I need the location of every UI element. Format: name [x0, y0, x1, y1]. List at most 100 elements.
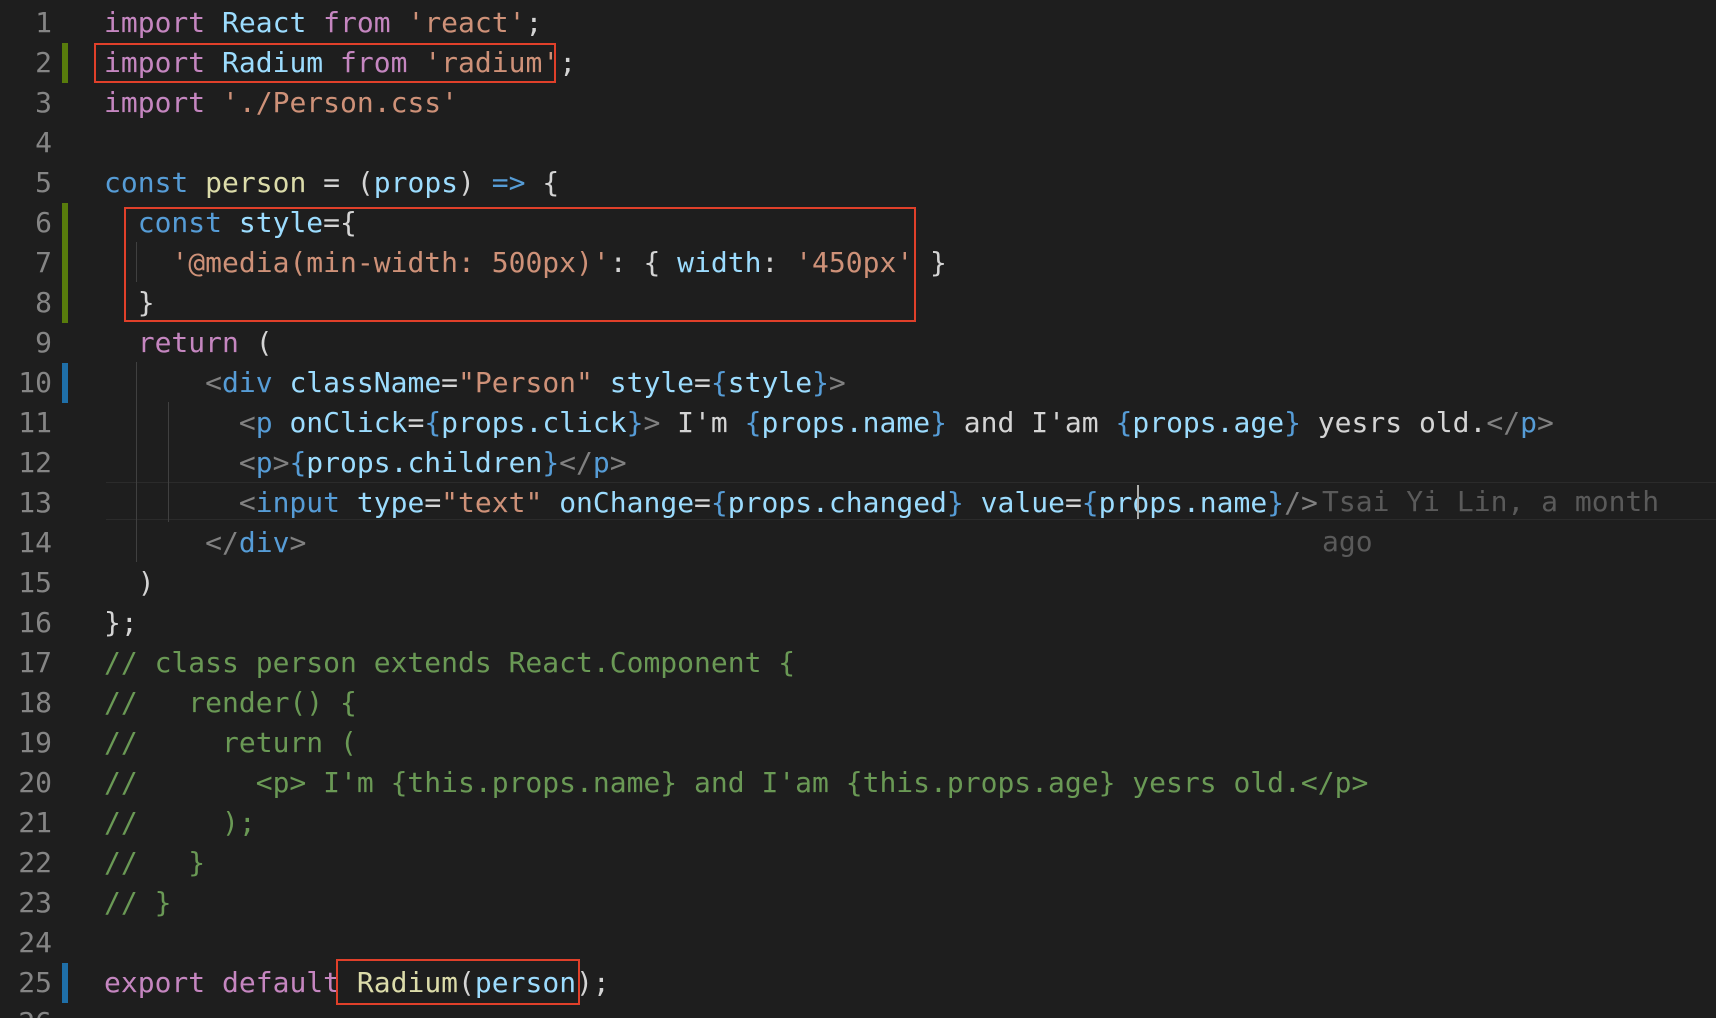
code-line[interactable]: 20 // <p> I'm {this.props.name} and I'am …	[0, 763, 1716, 803]
git-change-marker[interactable]	[62, 203, 68, 243]
code-line[interactable]: 3 import './Person.css'	[0, 83, 1716, 123]
code-token: default	[222, 966, 341, 999]
code-line[interactable]: 4	[0, 123, 1716, 163]
code-token: </	[1486, 406, 1521, 439]
code-token: 'react'	[407, 6, 526, 39]
line-number: 20	[18, 766, 52, 799]
code-token: person	[205, 166, 307, 199]
code-token: }	[913, 246, 947, 279]
code-token: "text"	[441, 486, 543, 519]
code-line[interactable]: 9 return (	[0, 323, 1716, 363]
line-number: 11	[18, 406, 52, 439]
code-token: // return (	[104, 726, 357, 759]
code-line[interactable]: 18 // render() {	[0, 683, 1716, 723]
code-token: }	[946, 486, 964, 519]
code-token: p	[255, 446, 273, 479]
code-token: I'm	[660, 406, 745, 439]
git-change-marker[interactable]	[62, 963, 68, 1003]
code-text: <p onClick={props.click}> I'm {props.nam…	[104, 403, 1554, 443]
code-token: {	[1081, 486, 1099, 519]
code-token: p	[255, 406, 273, 439]
code-text: )	[104, 563, 155, 603]
code-token: onChange	[559, 486, 695, 519]
code-token: style	[609, 366, 695, 399]
line-number: 22	[18, 846, 52, 879]
code-token: props.name	[1098, 486, 1268, 519]
code-line[interactable]: 22 // }	[0, 843, 1716, 883]
indent-guide	[168, 402, 169, 522]
code-line[interactable]: 17 // class person extends React.Componen…	[0, 643, 1716, 683]
code-token: props	[373, 166, 459, 199]
code-text: // <p> I'm {this.props.name} and I'am {t…	[104, 763, 1368, 803]
code-token: // );	[104, 806, 256, 839]
code-token: props.age	[1132, 406, 1285, 439]
line-number: 16	[18, 606, 52, 639]
code-token: {	[710, 366, 728, 399]
git-change-marker[interactable]	[62, 43, 68, 83]
code-token: from	[323, 6, 391, 39]
line-number: 25	[18, 966, 52, 999]
code-token: './Person.css'	[222, 86, 459, 119]
code-token: yesrs old.	[1300, 406, 1487, 439]
git-change-marker[interactable]	[62, 243, 68, 283]
code-token: return	[137, 326, 239, 359]
code-line[interactable]: 11 <p onClick={props.click}> I'm {props.…	[0, 403, 1716, 443]
code-text: // }	[104, 843, 205, 883]
git-change-marker[interactable]	[62, 283, 68, 323]
code-token: >	[289, 526, 307, 559]
code-line[interactable]: 14 </div>	[0, 523, 1716, 563]
code-token: }	[930, 406, 947, 439]
code-line[interactable]: 5 const person = (props) => {	[0, 163, 1716, 203]
code-token: props.children	[306, 446, 543, 479]
git-blame-annotation: Tsai Yi Lin, a month ago	[1322, 485, 1660, 558]
code-token: // <p> I'm {this.props.name} and I'am {t…	[104, 766, 1369, 799]
code-line[interactable]: 24	[0, 923, 1716, 963]
code-token: p	[592, 446, 610, 479]
code-token: style	[727, 366, 813, 399]
code-editor[interactable]: 1 import React from 'react'; 2 import Radiu…	[0, 0, 1716, 1018]
line-number: 7	[35, 246, 52, 279]
code-token: type	[356, 486, 425, 519]
code-text: </div>	[104, 523, 306, 563]
code-line[interactable]: 10 <div className="Person" style={style}…	[0, 363, 1716, 403]
code-line[interactable]: 15 )	[0, 563, 1716, 603]
code-token: }	[1267, 486, 1285, 519]
code-token: {	[424, 406, 442, 439]
code-text: const person = (props) => {	[104, 163, 559, 203]
code-line[interactable]: 21 // );	[0, 803, 1716, 843]
code-token: ;	[525, 6, 543, 39]
code-line[interactable]: 25 export default Radium(person);	[0, 963, 1716, 1003]
code-token: >	[1536, 406, 1554, 439]
code-token: =	[694, 486, 711, 519]
code-token: =	[441, 366, 459, 399]
code-line[interactable]: 23 // }	[0, 883, 1716, 923]
code-line[interactable]: 1 import React from 'react';	[0, 3, 1716, 43]
code-token: >	[828, 366, 846, 399]
code-text: };	[104, 603, 138, 643]
code-line[interactable]: 12 <p>{props.children}</p>	[0, 443, 1716, 483]
code-token: {	[1115, 406, 1133, 439]
code-token: );	[576, 966, 610, 999]
code-token: // }	[104, 846, 206, 879]
line-number: 18	[18, 686, 52, 719]
code-token: =	[407, 406, 425, 439]
code-token: >	[609, 446, 627, 479]
line-number: 8	[35, 286, 52, 319]
git-change-marker[interactable]	[62, 363, 68, 403]
code-token: <	[238, 486, 256, 519]
line-number: 26	[0, 1003, 52, 1018]
code-line[interactable]: 26	[0, 1003, 1716, 1018]
code-line[interactable]: 19 // return (	[0, 723, 1716, 763]
code-text: // );	[104, 803, 256, 843]
code-token: >	[643, 406, 661, 439]
code-text: return (	[104, 323, 273, 363]
code-token: props.changed	[727, 486, 947, 519]
code-line[interactable]: 16};	[0, 603, 1716, 643]
code-text: // class person extends React.Component …	[104, 643, 795, 683]
